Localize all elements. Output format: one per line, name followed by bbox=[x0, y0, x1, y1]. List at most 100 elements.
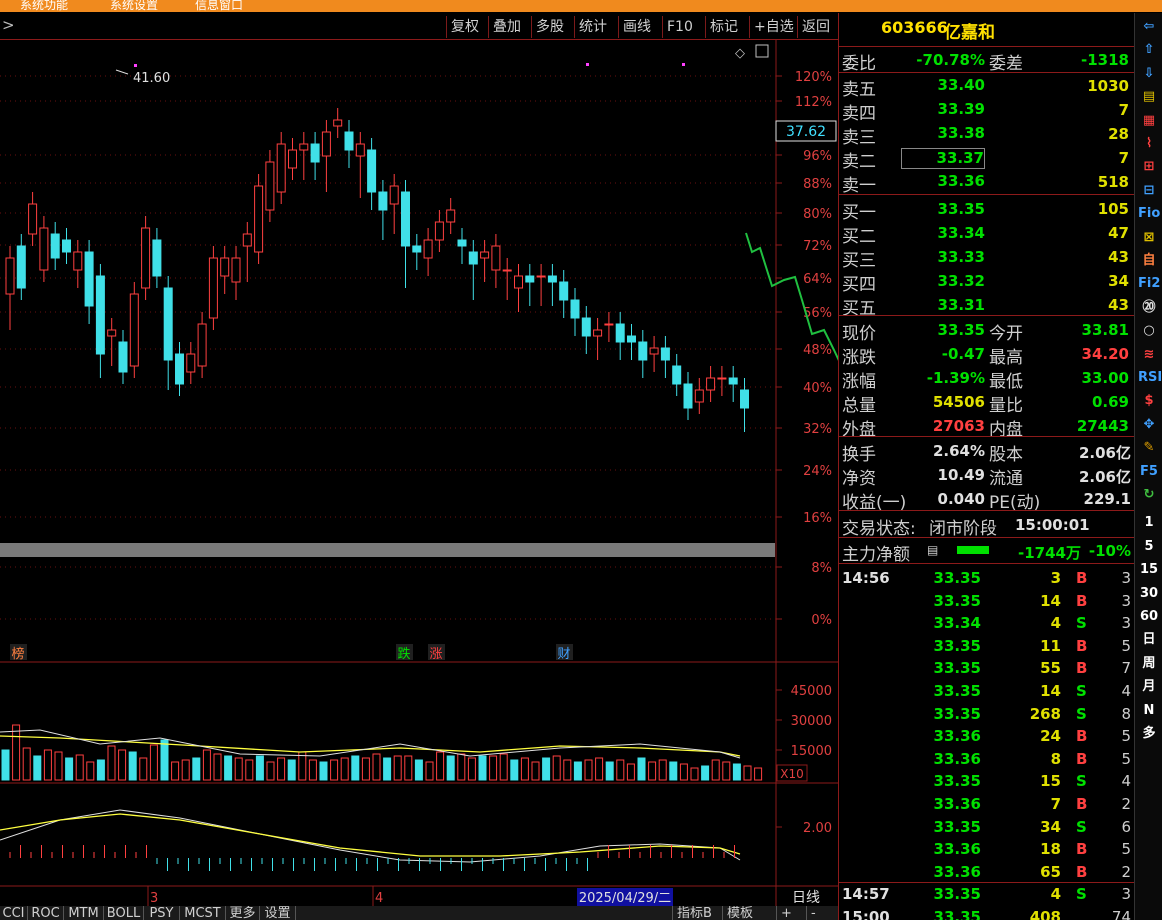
quote-row: 外盘 27063 内盘 27443 bbox=[839, 414, 1135, 440]
indicator-tab-mcst[interactable]: MCST bbox=[180, 906, 226, 920]
chart-icon[interactable]: ⊠ bbox=[1138, 228, 1160, 248]
ask-price[interactable]: 33.36 bbox=[901, 172, 985, 190]
period-week-icon[interactable]: 周 bbox=[1138, 654, 1160, 674]
bid-price[interactable]: 33.31 bbox=[901, 296, 985, 314]
mark-button[interactable]: 标记 bbox=[705, 16, 742, 38]
indicator-tab-设置[interactable]: 设置 bbox=[260, 906, 296, 920]
statistics-button[interactable]: 统计 bbox=[574, 16, 611, 38]
tick-row: 33.34 4 S 3 bbox=[839, 611, 1135, 633]
divider bbox=[839, 46, 1135, 47]
volume-bar bbox=[202, 749, 211, 781]
layout-icon[interactable]: ⊟ bbox=[1138, 181, 1160, 201]
rsi-icon[interactable]: RSI bbox=[1138, 368, 1162, 388]
volume-bar bbox=[425, 761, 434, 781]
indicator-tab-psy[interactable]: PSY bbox=[144, 906, 180, 920]
ask-price[interactable]: 33.39 bbox=[901, 100, 985, 118]
list-icon[interactable]: ▤ bbox=[927, 543, 938, 557]
add-watchlist-button[interactable]: +自选 bbox=[749, 16, 798, 38]
vol-axis-label: 45000 bbox=[791, 684, 832, 699]
wave-icon[interactable]: ≋ bbox=[1138, 345, 1160, 365]
volume-bar bbox=[330, 759, 339, 781]
f2-icon[interactable]: Fi2 bbox=[1138, 274, 1160, 294]
weibi-row: 委比 -70.78% 委差 -1318 bbox=[839, 48, 1135, 74]
move-icon[interactable]: ✥ bbox=[1138, 415, 1160, 435]
tick-price: 33.35 bbox=[933, 772, 981, 791]
overlay-button[interactable]: 叠加 bbox=[488, 16, 525, 38]
f5-icon[interactable]: F5 bbox=[1138, 462, 1160, 482]
period-60-icon[interactable]: 60 bbox=[1138, 607, 1160, 627]
volume-bar bbox=[595, 757, 604, 781]
multi-stock-button[interactable]: 多股 bbox=[531, 16, 568, 38]
indicator-tab-mtm[interactable]: MTM bbox=[64, 906, 104, 920]
candle-body bbox=[299, 143, 309, 151]
ask-volume: 7 bbox=[1118, 149, 1129, 167]
tick-price: 33.36 bbox=[933, 795, 981, 813]
ask-price[interactable]: 33.37 bbox=[901, 148, 985, 169]
bid-price[interactable]: 33.32 bbox=[901, 272, 985, 290]
period-15-icon[interactable]: 15 bbox=[1138, 560, 1160, 580]
down-arrow-icon[interactable]: ⇩ bbox=[1138, 64, 1160, 84]
indicator-tab-更多[interactable]: 更多 bbox=[226, 906, 260, 920]
indicator-tab-cci[interactable]: CCI bbox=[0, 906, 28, 920]
indicator-tab-boll[interactable]: BOLL bbox=[104, 906, 144, 920]
kline-chart-area[interactable]: 120% 112% 96% 88% 80% 72% 64% 56% 48% 40% 32% 24% 16… bbox=[0, 40, 838, 912]
dollar-icon[interactable]: $ bbox=[1138, 391, 1160, 411]
bid-row: 买三 33.33 43 bbox=[839, 245, 1135, 271]
circle-icon[interactable]: ○ bbox=[1138, 321, 1160, 341]
ask-price[interactable]: 33.40 bbox=[901, 76, 985, 94]
stock-name: 亿嘉和 bbox=[944, 23, 995, 43]
period-5-icon[interactable]: 5 bbox=[1138, 537, 1160, 557]
line-chart-icon[interactable]: ⌇ bbox=[1138, 134, 1160, 154]
bottom-right-button[interactable]: - bbox=[806, 906, 820, 920]
candle-body bbox=[254, 185, 264, 253]
menu-info-window[interactable]: 信息窗口 bbox=[195, 0, 243, 12]
bid-price[interactable]: 33.33 bbox=[901, 248, 985, 266]
volume-bar bbox=[489, 755, 498, 781]
menu-system-functions[interactable]: 系统功能 bbox=[20, 0, 68, 12]
event-tag-label: 涨 bbox=[429, 647, 442, 662]
indicator-tab-roc[interactable]: ROC bbox=[28, 906, 64, 920]
grid-icon[interactable]: ▦ bbox=[1138, 111, 1160, 131]
collapse-panel-icon[interactable]: > bbox=[2, 16, 15, 34]
candle-icon[interactable]: ⊞ bbox=[1138, 157, 1160, 177]
candle-body bbox=[593, 329, 603, 337]
ask-price[interactable]: 33.38 bbox=[901, 124, 985, 142]
period-1-icon[interactable]: 1 bbox=[1138, 513, 1160, 533]
bid-price[interactable]: 33.34 bbox=[901, 224, 985, 242]
bottom-right-button[interactable]: 指标B bbox=[672, 906, 716, 920]
candle-body bbox=[186, 353, 196, 373]
watch-icon[interactable]: 自 bbox=[1138, 251, 1160, 271]
candle-body bbox=[638, 341, 648, 361]
period-multi-icon[interactable]: 多 bbox=[1138, 724, 1160, 744]
up-arrow-icon[interactable]: ⇧ bbox=[1138, 40, 1160, 60]
period-n-icon[interactable]: N bbox=[1138, 701, 1160, 721]
volume-bar bbox=[118, 749, 127, 781]
bid-volume: 34 bbox=[1108, 272, 1129, 290]
info-icon[interactable]: ▤ bbox=[1138, 87, 1160, 107]
period-month-icon[interactable]: 月 bbox=[1138, 677, 1160, 697]
volume-bar bbox=[181, 759, 190, 781]
back-button[interactable]: 返回 bbox=[797, 16, 834, 38]
f10-button[interactable]: F10 bbox=[662, 16, 697, 38]
fuquan-button[interactable]: 复权 bbox=[446, 16, 483, 38]
tick-volume: 268 bbox=[1029, 704, 1061, 723]
bottom-right-button[interactable]: 模板 bbox=[722, 906, 757, 920]
draw-line-button[interactable]: 画线 bbox=[618, 16, 655, 38]
period-day-icon[interactable]: 日 bbox=[1138, 630, 1160, 650]
kline-chart-svg[interactable]: 120%112%96%88%80%72%64%56%48%40%32%24%16… bbox=[0, 40, 838, 906]
refresh-icon[interactable]: ↻ bbox=[1138, 485, 1160, 505]
divider bbox=[839, 882, 1135, 884]
window-title-bar: 系统功能 系统设置 信息窗口 bbox=[0, 0, 1162, 12]
bottom-right-button[interactable]: + bbox=[776, 906, 796, 920]
f10-icon[interactable]: Fio bbox=[1138, 204, 1160, 224]
pencil-icon[interactable]: ✎ bbox=[1138, 438, 1160, 458]
tick-volume: 55 bbox=[1040, 659, 1061, 678]
period-30-icon[interactable]: 30 bbox=[1138, 584, 1160, 604]
scroll-band bbox=[0, 543, 775, 557]
bid-price[interactable]: 33.35 bbox=[901, 200, 985, 218]
menu-system-settings[interactable]: 系统设置 bbox=[110, 0, 158, 12]
tick-price: 33.35 bbox=[933, 682, 981, 700]
back-arrow-icon[interactable]: ⇦ bbox=[1138, 17, 1160, 37]
bid-row: 买五 33.31 43 bbox=[839, 293, 1135, 319]
ring-icon[interactable]: ⑳ bbox=[1138, 298, 1160, 318]
